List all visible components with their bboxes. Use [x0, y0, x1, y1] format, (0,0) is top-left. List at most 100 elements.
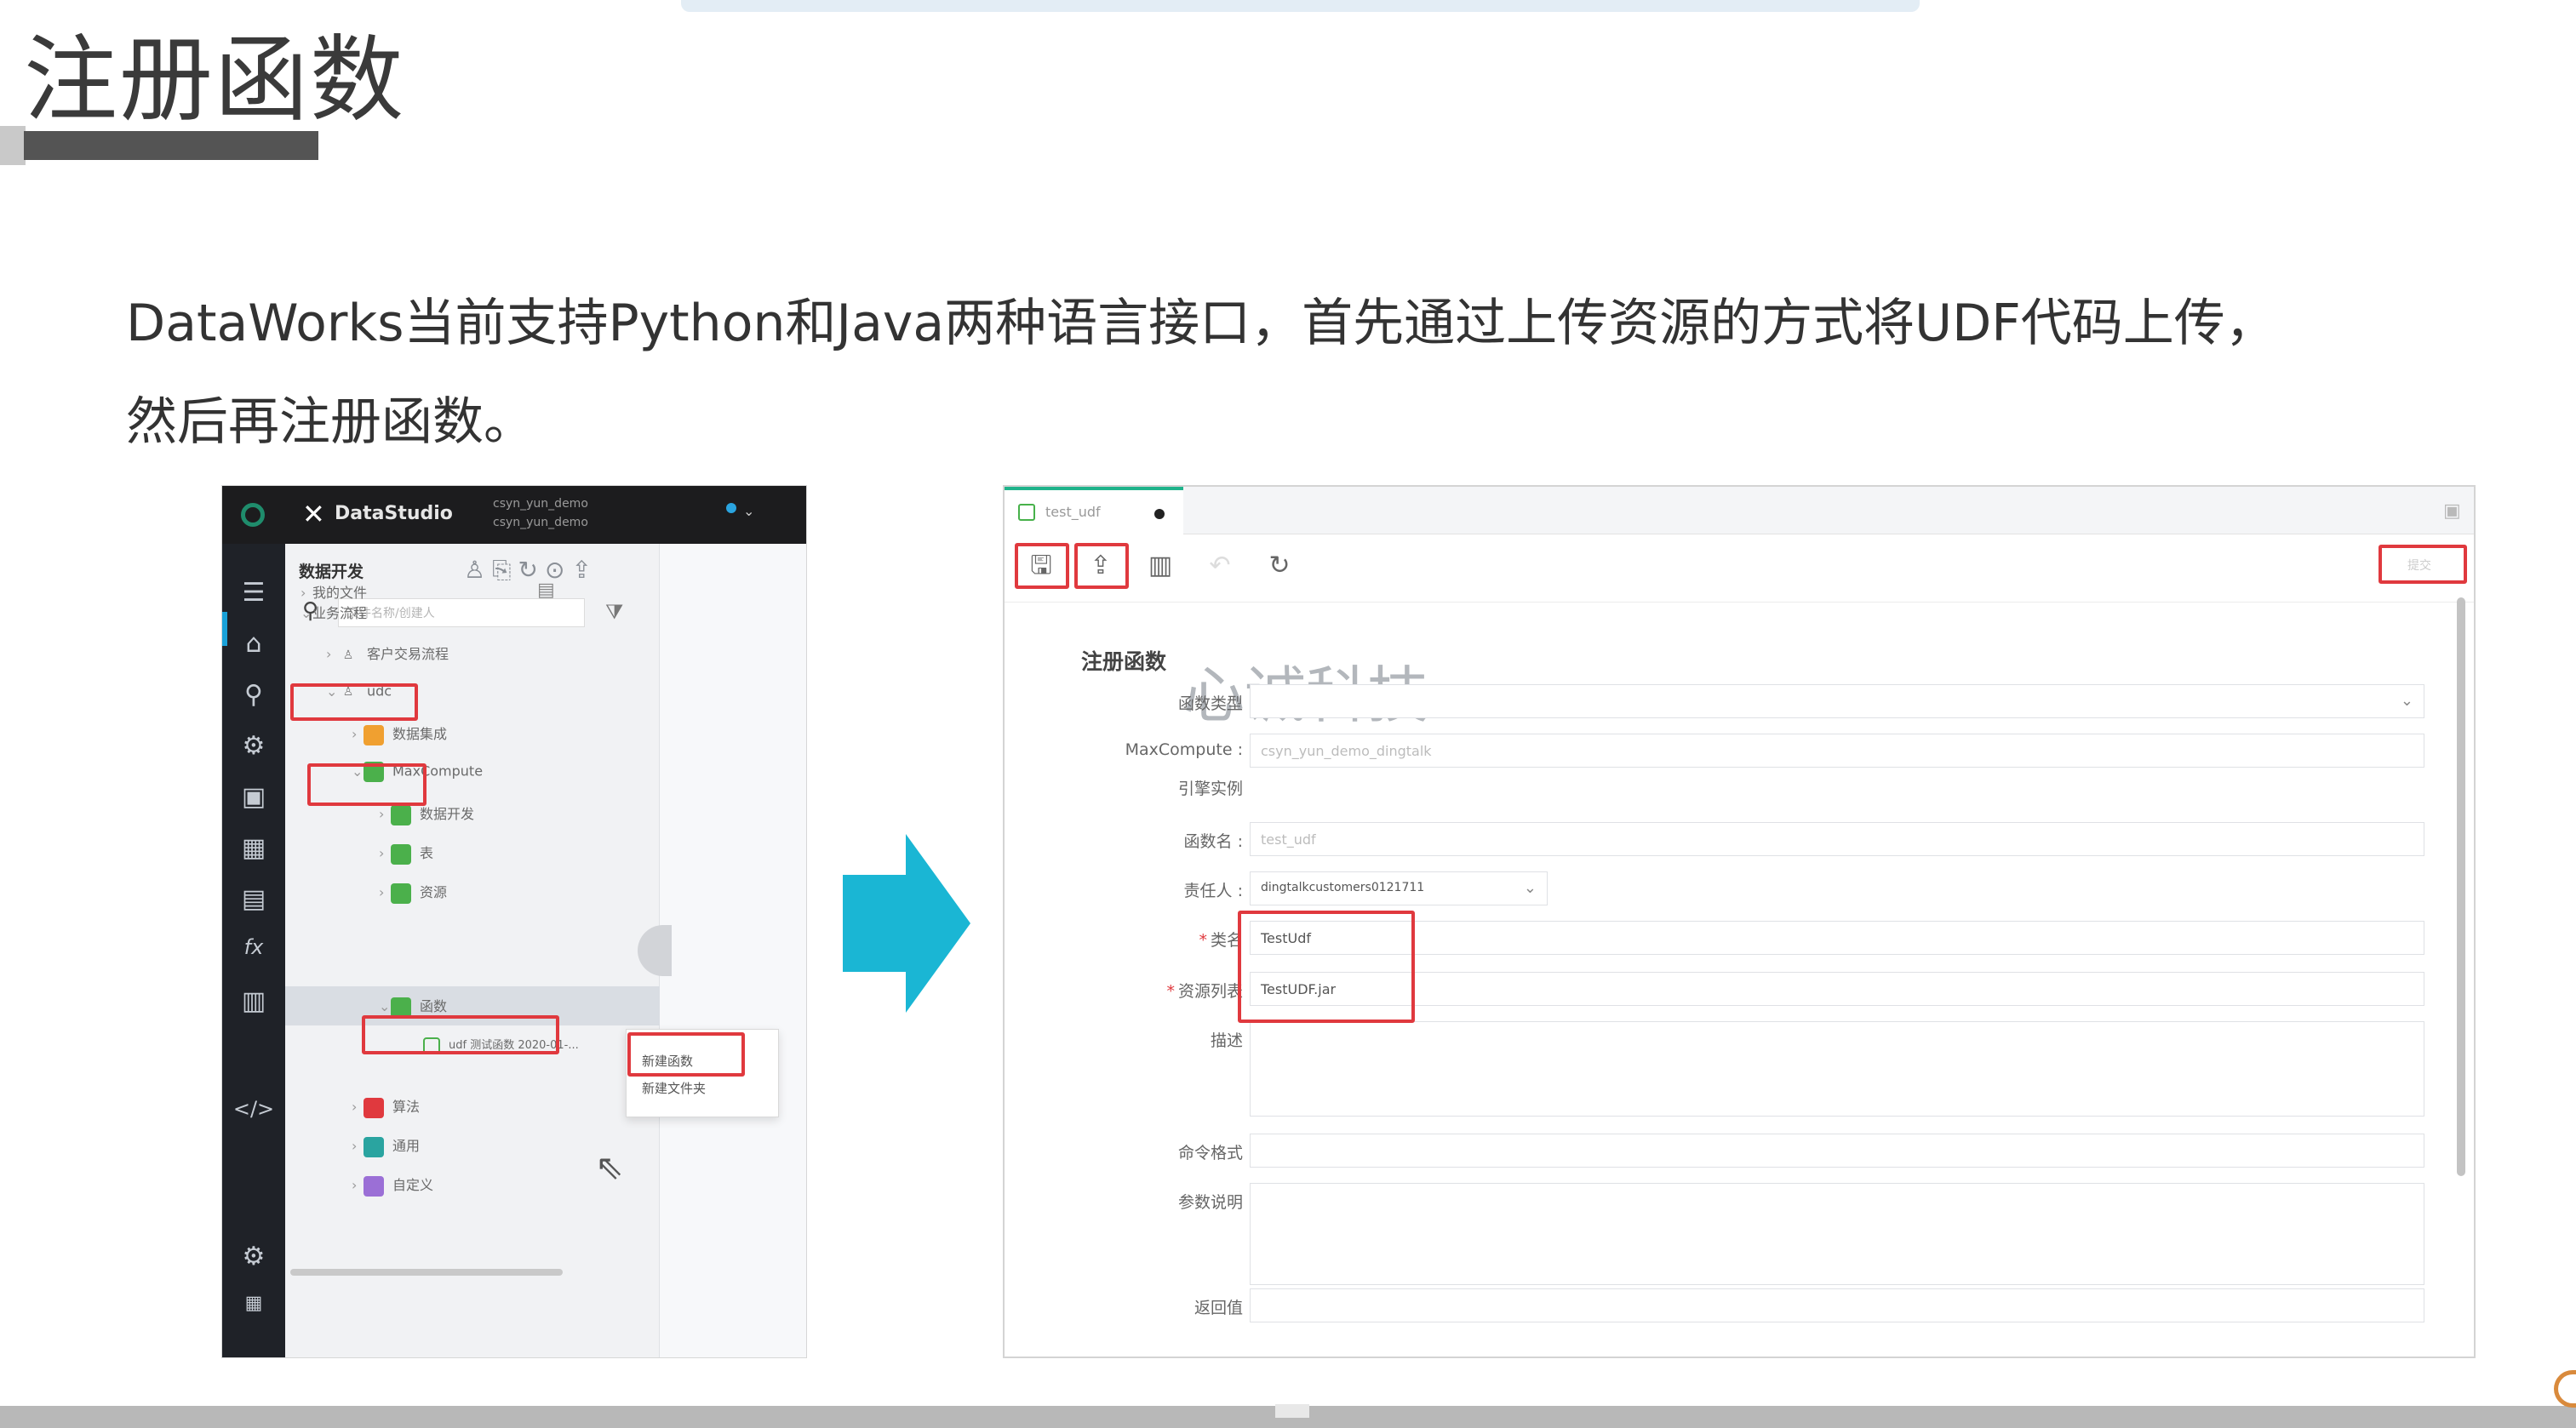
function-icon[interactable]: fx	[222, 935, 285, 959]
maxcompute-label: MaxCompute :	[1125, 740, 1243, 759]
description-textarea[interactable]	[1250, 1021, 2424, 1117]
calendar-icon[interactable]: ▦	[222, 833, 285, 863]
datastudio-side-nav: ☰ ⌂ ⚲ ⚙ ▣ ▦ ▤ fx ▥ </> ⚙ ▦	[222, 544, 285, 1357]
home-icon[interactable]: ⌂	[222, 629, 285, 659]
person-icon: ♙	[342, 648, 354, 662]
menu-item-new-folder[interactable]: 新建文件夹	[642, 1079, 706, 1097]
slide-description: DataWorks当前支持Python和Java两种语言接口，首先通过上传资源的…	[126, 274, 2441, 471]
tree-item-custom[interactable]: › 自定义	[352, 1174, 433, 1197]
algorithm-icon	[364, 1097, 384, 1118]
editor-toolbar: 🖫 ⇪ ▥ ↶ ↻ 提交	[1005, 534, 2474, 603]
briefcase-icon[interactable]: ▣	[222, 782, 285, 812]
title-underline-cap	[0, 126, 26, 165]
tree-label: 函数	[420, 998, 448, 1014]
refresh-icon[interactable]: ↻	[1260, 548, 1299, 584]
tree-label: 通用	[392, 1138, 421, 1154]
file-tree-icon[interactable]: ☰	[222, 578, 285, 608]
tree-item-general[interactable]: › 通用	[352, 1134, 420, 1157]
chevron-down-icon: ⌄	[2400, 692, 2413, 710]
tab-label: test_udf	[1045, 504, 1101, 520]
dataworks-logo-icon[interactable]	[241, 503, 265, 527]
maxcompute-field[interactable]: csyn_yun_demo_dingtalk	[1250, 734, 2424, 768]
tree-label: 客户交易流程	[367, 646, 449, 662]
tree-item-data-integration[interactable]: › 数据集成	[352, 723, 447, 745]
settings-icon[interactable]: ⚙	[222, 731, 285, 761]
function-name-input[interactable]: test_udf	[1250, 822, 2424, 856]
highlight-class-resource	[1238, 911, 1415, 1023]
class-name-input[interactable]: TestUdf	[1250, 921, 2424, 955]
vertical-scrollbar[interactable]	[2457, 597, 2465, 1176]
general-icon	[364, 1136, 384, 1157]
progress-marker	[1275, 1404, 1309, 1418]
tree-label: 算法	[392, 1099, 421, 1115]
description-label: 描述	[1210, 1031, 1243, 1050]
export-icon[interactable]: ⇪	[571, 556, 598, 584]
tree-item-algorithm[interactable]: › 算法	[352, 1095, 420, 1118]
search-icon[interactable]: ⚲	[222, 680, 285, 710]
unsaved-dot-icon[interactable]	[1154, 509, 1165, 519]
tree-item-function[interactable]: ⌄ 函数	[379, 995, 447, 1018]
tree-label: 数据开发	[420, 806, 475, 822]
datastudio-topbar: ✕ DataStudio csyn_yun_demo csyn_yun_demo…	[222, 486, 806, 544]
return-value-label: 返回值	[1194, 1299, 1243, 1317]
tab-test-udf[interactable]: test_udf	[1005, 487, 1183, 534]
workspace-selector[interactable]: csyn_yun_demo csyn_yun_demo	[493, 494, 588, 532]
folder-icon	[364, 724, 384, 745]
slide-title: 注册函数	[24, 26, 405, 134]
tree-item-my-files[interactable]: › 我的文件 ▤	[301, 580, 555, 602]
command-format-input[interactable]	[1250, 1134, 2424, 1168]
tree-item-customer-flow[interactable]: › ♙ 客户交易流程	[326, 643, 449, 665]
editor-tab-bar: test_udf ▣	[1005, 487, 2474, 534]
resource-list-label-text: 资源列表	[1177, 982, 1243, 1001]
tree-search-input[interactable]: 文件名称/创建人	[338, 598, 585, 627]
list-icon[interactable]: ▤	[537, 580, 555, 601]
status-dot-icon	[726, 503, 736, 513]
highlight-new-function	[627, 1032, 745, 1077]
tree-label: 自定义	[392, 1177, 434, 1193]
owner-select[interactable]: dingtalkcustomers0121711 ⌄	[1250, 871, 1548, 905]
register-function-panel: test_udf ▣ 🖫 ⇪ ▥ ↶ ↻ 提交 注册函数 心诚科技 函数类型 ⌄…	[1003, 485, 2476, 1358]
data-development-tree: 数据开发 ♙⎘↻⊙⇪ ⚲ 文件名称/创建人 ⧩	[285, 544, 660, 1357]
return-value-input[interactable]	[1250, 1288, 2424, 1322]
layout-icon[interactable]: ▥	[1141, 548, 1180, 584]
description-line-1: DataWorks当前支持Python和Java两种语言接口，首先通过上传资源的…	[126, 294, 2276, 353]
arrow-right-icon	[843, 834, 970, 1013]
function-folder-icon	[391, 997, 411, 1018]
maximize-icon[interactable]: ▣	[2443, 500, 2461, 522]
table-icon[interactable]: ▤	[222, 884, 285, 914]
tree-label: 我的文件	[312, 585, 368, 601]
top-tab-strip	[681, 0, 1920, 12]
filter-icon[interactable]: ⧩	[605, 600, 623, 624]
tree-label: 资源	[420, 884, 448, 900]
table-icon	[391, 843, 411, 865]
resource-list-label: * 资源列表	[1166, 982, 1243, 1001]
highlight-business-flow	[290, 683, 418, 721]
grid-icon[interactable]: ▦	[222, 1293, 285, 1314]
resource-list-input[interactable]: TestUDF.jar	[1250, 972, 2424, 1006]
code-icon[interactable]: </>	[222, 1097, 285, 1121]
workspace-line-1: csyn_yun_demo	[493, 497, 588, 511]
tree-item-business-flow[interactable]: ⌄业务流程	[301, 602, 367, 622]
trash-icon[interactable]: ▥	[222, 986, 285, 1016]
undo-icon[interactable]: ↶	[1200, 548, 1239, 584]
tree-header: 数据开发	[299, 563, 364, 581]
gear-icon[interactable]: ⚙	[222, 1242, 285, 1271]
function-type-label: 函数类型	[1177, 694, 1243, 713]
chevron-down-icon[interactable]: ⌄	[743, 503, 754, 519]
user-icon[interactable]: ♙	[464, 556, 492, 584]
param-desc-label: 参数说明	[1177, 1193, 1243, 1212]
function-type-select[interactable]: ⌄	[1250, 684, 2424, 718]
tree-item-table[interactable]: › 表	[379, 842, 433, 865]
highlight-save	[1015, 543, 1069, 589]
workspace-line-2: csyn_yun_demo	[493, 516, 588, 529]
highlight-submit	[1074, 543, 1129, 589]
engine-label: 引擎实例	[1177, 780, 1243, 798]
owner-value: dingtalkcustomers0121711	[1261, 881, 1425, 894]
horizontal-scrollbar[interactable]	[290, 1269, 563, 1276]
tree-label: 数据集成	[392, 726, 448, 742]
tree-item-resource[interactable]: › 资源	[379, 881, 447, 904]
param-desc-textarea[interactable]	[1250, 1183, 2424, 1285]
tree-toolbar: ♙⎘↻⊙⇪	[464, 556, 598, 585]
highlight-udc	[307, 763, 426, 806]
import-icon[interactable]: ⎘	[492, 556, 518, 584]
